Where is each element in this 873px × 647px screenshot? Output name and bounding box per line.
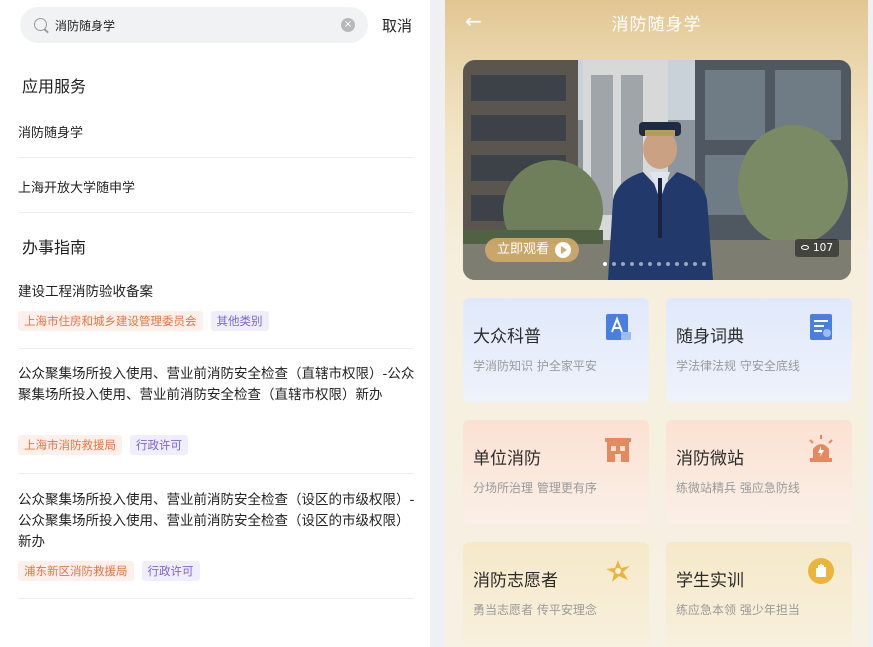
guide-item-tags: 浦东新区消防救援局 行政许可 xyxy=(18,561,200,581)
building-icon xyxy=(605,438,631,462)
guide-item-tags: 上海市住房和城乡建设管理委员会 其他类别 xyxy=(18,311,269,331)
search-results-panel: × 取消 应用服务 消防随身学 上海开放大学随申学 办事指南 建设工程消防验收备… xyxy=(0,0,430,647)
card-title: 消防志愿者 xyxy=(473,571,558,591)
cancel-button[interactable]: 取消 xyxy=(382,15,412,36)
play-icon xyxy=(555,242,572,258)
volunteer-icon xyxy=(606,560,630,582)
carousel-dot[interactable] xyxy=(648,262,652,266)
watch-now-button[interactable]: 立即观看 xyxy=(485,238,580,262)
carousel-dot[interactable] xyxy=(630,262,634,266)
divider xyxy=(18,473,414,474)
card-unit-fire[interactable]: 单位消防 分场所治理 管理更有序 xyxy=(463,420,649,524)
section-title-app-services: 应用服务 xyxy=(22,77,87,96)
carousel-dot[interactable] xyxy=(684,262,688,266)
card-fire-micro-station[interactable]: 消防微站 练微站精兵 强应急防线 xyxy=(666,420,852,524)
carousel-dot[interactable] xyxy=(639,262,643,266)
section-title-guide: 办事指南 xyxy=(22,238,87,257)
card-student-training[interactable]: 学生实训 练应急本领 强少年担当 xyxy=(666,542,852,646)
divider xyxy=(18,348,414,349)
carousel-dots[interactable] xyxy=(603,262,706,266)
card-subtitle: 练微站精兵 强应急防线 xyxy=(676,481,800,495)
carousel-dot[interactable] xyxy=(612,262,616,266)
category-tag: 行政许可 xyxy=(141,561,200,581)
dictionary-icon xyxy=(810,314,832,340)
card-volunteer[interactable]: 消防志愿者 勇当志愿者 传平安理念 xyxy=(463,542,649,646)
department-tag: 浦东新区消防救援局 xyxy=(18,561,134,581)
document-a-icon xyxy=(606,314,631,340)
page-title: 消防随身学 xyxy=(611,15,702,35)
app-item[interactable]: 上海开放大学随申学 xyxy=(18,177,414,196)
card-dictionary[interactable]: 随身词典 学法律法规 守安全底线 xyxy=(666,298,852,402)
card-title: 随身词典 xyxy=(676,327,744,347)
carousel-dot[interactable] xyxy=(657,262,661,266)
card-subtitle: 学消防知识 护全家平安 xyxy=(473,359,597,373)
guide-item-title[interactable]: 公众聚集场所投入使用、营业前消防安全检查（设区的市级权限）-公众聚集场所投入使用… xyxy=(18,490,418,553)
card-subtitle: 分场所治理 管理更有序 xyxy=(473,481,597,495)
department-tag: 上海市住房和城乡建设管理委员会 xyxy=(18,311,203,331)
divider xyxy=(18,157,414,158)
guide-item-title[interactable]: 建设工程消防验收备案 xyxy=(18,282,418,303)
card-title: 学生实训 xyxy=(676,571,744,591)
view-count-badge: 107 xyxy=(794,239,839,257)
watch-now-label: 立即观看 xyxy=(497,242,550,257)
alarm-light-icon xyxy=(809,435,833,462)
clear-icon[interactable]: × xyxy=(341,18,355,32)
carousel-dot[interactable] xyxy=(675,262,679,266)
carousel-dot[interactable] xyxy=(666,262,670,266)
department-tag: 上海市消防救援局 xyxy=(18,435,122,455)
carousel-dot[interactable] xyxy=(702,262,706,266)
hand-badge-icon xyxy=(808,558,834,584)
card-title: 单位消防 xyxy=(473,449,541,469)
card-title: 消防微站 xyxy=(676,449,744,469)
divider xyxy=(18,598,414,599)
card-subtitle: 练应急本领 强少年担当 xyxy=(676,603,800,617)
card-subtitle: 学法律法规 守安全底线 xyxy=(676,359,800,373)
search-bar[interactable]: × xyxy=(20,7,368,43)
carousel-dot[interactable] xyxy=(693,262,697,266)
category-tag: 其他类别 xyxy=(210,311,269,331)
card-subtitle: 勇当志愿者 传平安理念 xyxy=(473,603,597,617)
guide-item-tags: 上海市消防救援局 行政许可 xyxy=(18,435,188,455)
divider xyxy=(18,212,414,213)
guide-item-title[interactable]: 公众聚集场所投入使用、营业前消防安全检查（直辖市权限）-公众聚集场所投入使用、营… xyxy=(18,364,418,406)
hero-video-banner[interactable]: 立即观看 107 xyxy=(463,60,851,280)
search-input[interactable] xyxy=(55,13,335,37)
category-tag: 行政许可 xyxy=(130,435,188,455)
app-home-panel: ← 消防随身学 立即观看 107 大众科普 学消防知识 护全家平安 随身词典 学… xyxy=(445,0,868,647)
card-popular-science[interactable]: 大众科普 学消防知识 护全家平安 xyxy=(463,298,649,402)
search-icon xyxy=(34,18,47,31)
carousel-dot[interactable] xyxy=(621,262,625,266)
view-count: 107 xyxy=(812,242,833,254)
app-item[interactable]: 消防随身学 xyxy=(18,122,414,141)
eye-icon xyxy=(800,245,809,250)
carousel-dot[interactable] xyxy=(603,262,607,266)
card-title: 大众科普 xyxy=(473,327,541,347)
